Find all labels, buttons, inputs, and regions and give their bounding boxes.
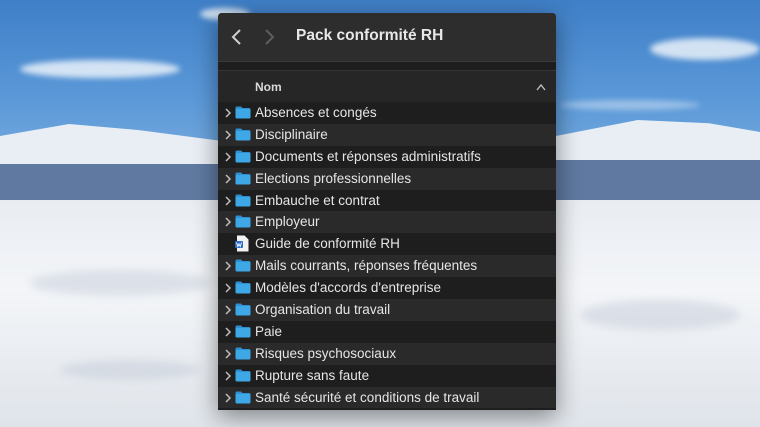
list-item[interactable]: Documents et réponses administratifs — [218, 145, 556, 168]
list-item-label: Rupture sans faute — [255, 367, 370, 383]
window-title: Pack conformité RH — [296, 27, 444, 44]
disclosure-triangle-icon[interactable] — [224, 173, 232, 185]
file-list: Absences et congés Disciplinaire Documents… — [218, 102, 556, 409]
folder-icon — [235, 347, 251, 360]
list-item-label: Embauche et contrat — [255, 192, 380, 208]
list-item[interactable]: Mails courrants, réponses fréquentes — [218, 255, 556, 278]
list-item[interactable]: Absences et congés — [218, 102, 556, 124]
window-titlebar: Pack conformité RH — [218, 13, 556, 62]
back-button[interactable] — [224, 25, 248, 49]
list-item-label: Disciplinaire — [255, 126, 328, 142]
disclosure-triangle-icon[interactable] — [224, 195, 232, 207]
folder-icon — [235, 172, 251, 185]
chevron-left-icon — [231, 29, 241, 45]
list-item[interactable]: Elections professionnelles — [218, 167, 556, 190]
folder-icon — [235, 215, 251, 228]
list-item-label: Mails courrants, réponses fréquentes — [255, 258, 478, 274]
list-item[interactable]: Risques psychosociaux — [218, 342, 556, 365]
list-item[interactable]: Employeur — [218, 211, 556, 234]
disclosure-triangle-icon[interactable] — [224, 304, 232, 316]
folder-icon — [235, 194, 251, 207]
folder-icon — [235, 106, 251, 119]
chevron-right-icon — [265, 29, 275, 45]
folder-icon — [235, 325, 251, 338]
disclosure-triangle-icon[interactable] — [224, 370, 232, 382]
list-item[interactable]: Embauche et contrat — [218, 189, 556, 212]
disclosure-triangle-icon[interactable] — [224, 392, 232, 404]
list-item-label: Organisation du travail — [255, 302, 391, 318]
list-item-label: Absences et congés — [255, 105, 377, 120]
list-item-label: Risques psychosociaux — [255, 345, 397, 361]
forward-button[interactable] — [258, 25, 282, 49]
disclosure-triangle-icon[interactable] — [224, 326, 232, 338]
list-item[interactable]: Guide de conformité RH — [218, 233, 556, 256]
folder-icon — [235, 281, 251, 294]
cloud — [560, 100, 700, 110]
list-item[interactable]: Disciplinaire — [218, 123, 556, 146]
list-item-label: Documents et réponses administratifs — [255, 148, 481, 164]
chevron-up-icon — [536, 83, 546, 91]
snow-drift — [580, 300, 740, 330]
list-item-label: Employeur — [255, 214, 320, 230]
snow-drift — [60, 360, 200, 380]
list-item[interactable]: Modèles d'accords d'entreprise — [218, 277, 556, 300]
list-item[interactable]: Rupture sans faute — [218, 364, 556, 387]
list-item[interactable]: Organisation du travail — [218, 299, 556, 321]
folder-icon — [235, 128, 251, 141]
list-item-label: Guide de conformité RH — [255, 236, 400, 252]
column-header-name[interactable]: Nom — [218, 70, 556, 106]
disclosure-triangle-icon[interactable] — [224, 348, 232, 360]
cloud — [20, 60, 180, 78]
list-item[interactable]: Paie — [218, 320, 556, 343]
disclosure-triangle-icon[interactable] — [224, 260, 232, 272]
finder-window: Pack conformité RH Nom Absences et congé… — [218, 13, 556, 410]
list-item-label: Santé sécurité et conditions de travail — [255, 389, 480, 405]
list-item-label: Elections professionnelles — [255, 170, 412, 186]
word-document-icon — [235, 235, 249, 252]
disclosure-triangle-icon[interactable] — [224, 107, 232, 119]
folder-icon — [235, 369, 251, 382]
disclosure-triangle-icon[interactable] — [224, 129, 232, 141]
cloud — [650, 38, 760, 60]
folder-icon — [235, 303, 251, 316]
disclosure-triangle-icon[interactable] — [224, 216, 232, 228]
column-header-label: Nom — [255, 80, 282, 94]
snow-drift — [30, 270, 210, 296]
disclosure-triangle-icon[interactable] — [224, 282, 232, 294]
list-item[interactable]: Santé sécurité et conditions de travail — [218, 386, 556, 409]
folder-icon — [235, 391, 251, 404]
folder-icon — [235, 150, 251, 163]
list-item-label: Paie — [255, 323, 283, 339]
folder-icon — [235, 259, 251, 272]
disclosure-triangle-icon[interactable] — [224, 151, 232, 163]
list-item-label: Modèles d'accords d'entreprise — [255, 280, 442, 296]
